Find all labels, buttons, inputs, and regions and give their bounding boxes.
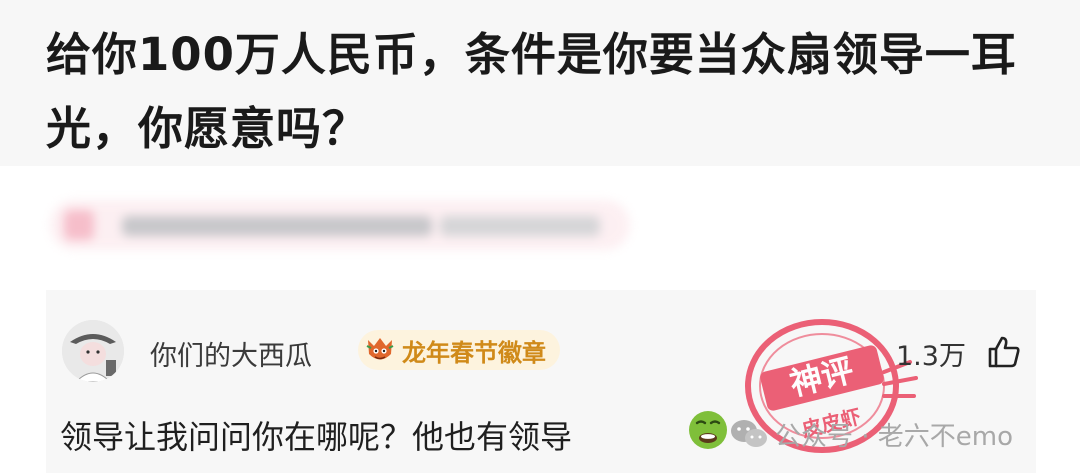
watermark: 公众号 · 老六不emo (729, 412, 1013, 456)
blurred-text-secondary (440, 216, 600, 236)
blurred-banner (50, 192, 650, 264)
badge[interactable]: 龙年春节徽章 (358, 330, 560, 370)
question-title[interactable]: 给你100万人民币，条件是你要当众扇领导一耳光，你愿意吗？ (46, 18, 1036, 166)
question-header: 给你100万人民币，条件是你要当众扇领导一耳光，你愿意吗？ (0, 0, 1080, 166)
username[interactable]: 你们的大西瓜 (150, 334, 312, 373)
avatar-image (62, 320, 124, 382)
avatar[interactable] (62, 320, 124, 382)
nauseated-face-emoji (689, 411, 727, 449)
comment-text: 领导让我问问你在哪呢？他也有领导 (60, 418, 573, 456)
thumbs-up-icon[interactable] (986, 334, 1022, 370)
blurred-text (122, 216, 432, 236)
blurred-icon (64, 210, 94, 240)
dragon-badge-icon (366, 338, 394, 360)
badge-label: 龙年春节徽章 (402, 338, 546, 367)
wechat-icon (731, 420, 767, 447)
watermark-text: 公众号 · 老六不emo (775, 421, 1014, 452)
comment-card: 你们的大西瓜 龙年春节徽章 神评 皮皮虾 1.3万 领导让我问问你在哪呢？他也有… (46, 290, 1036, 473)
like-count: 1.3万 (896, 341, 966, 372)
svg-text:神评: 神评 (786, 351, 857, 403)
